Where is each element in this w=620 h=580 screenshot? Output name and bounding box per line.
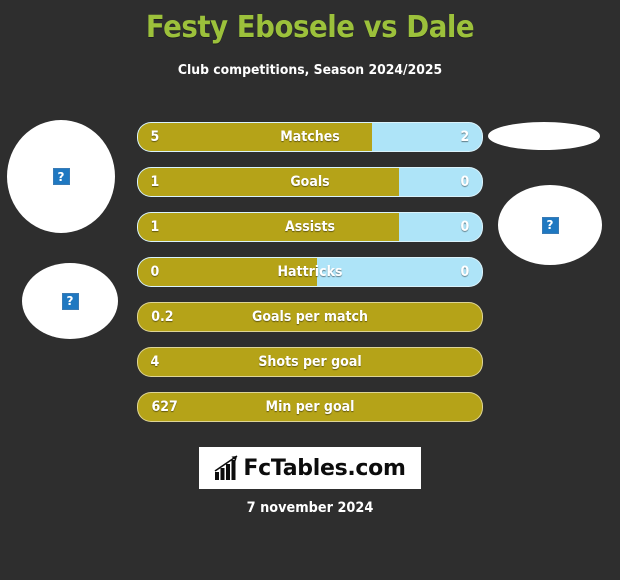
stat-row-hattricks: 0 Hattricks 0 [137, 257, 483, 287]
stat-row-goals-per-match: 0.2 Goals per match [137, 302, 483, 332]
away-value: 0 [460, 219, 470, 235]
stat-label: Goals [290, 174, 330, 190]
bar-chart-growth-icon [214, 455, 238, 480]
page-title: Festy Ebosele vs Dale [145, 10, 475, 45]
footer-date: 7 november 2024 [246, 500, 374, 516]
logo-text: FcTables.com [243, 455, 406, 481]
away-player-photo-bottom: ? [498, 185, 602, 265]
stat-row-matches: 5 Matches 2 [137, 122, 483, 152]
away-player-photo-top [488, 122, 600, 150]
stat-label: Goals per match [252, 309, 368, 325]
broken-image-icon: ? [52, 168, 70, 185]
stat-row-assists: 1 Assists 0 [137, 212, 483, 242]
page-subtitle: Club competitions, Season 2024/2025 [177, 62, 443, 78]
away-value: 0 [460, 174, 470, 190]
stat-row-goals: 1 Goals 0 [137, 167, 483, 197]
header: Festy Ebosele vs Dale Club competitions,… [0, 0, 620, 78]
away-value: 2 [460, 129, 470, 145]
stat-label: Matches [280, 129, 340, 145]
broken-image-icon: ? [541, 216, 559, 234]
stat-row-shots-per-goal: 4 Shots per goal [137, 347, 483, 377]
home-player-photo-bottom: ? [22, 263, 118, 339]
stat-label: Assists [284, 219, 336, 235]
home-player-photo-top: ? [7, 120, 115, 233]
away-value: 0 [460, 264, 470, 280]
stats-bar-list: 5 Matches 2 1 Goals 0 1 Assists 0 0 Hatt… [137, 122, 483, 437]
stat-label: Shots per goal [258, 354, 362, 370]
stat-label: Min per goal [265, 399, 355, 415]
comparison-infographic: Festy Ebosele vs Dale Club competitions,… [0, 0, 620, 580]
stat-row-min-per-goal: 627 Min per goal [137, 392, 483, 422]
broken-image-icon: ? [61, 292, 79, 310]
fctables-logo[interactable]: FcTables.com [199, 447, 421, 489]
stat-label: Hattricks [277, 264, 343, 280]
